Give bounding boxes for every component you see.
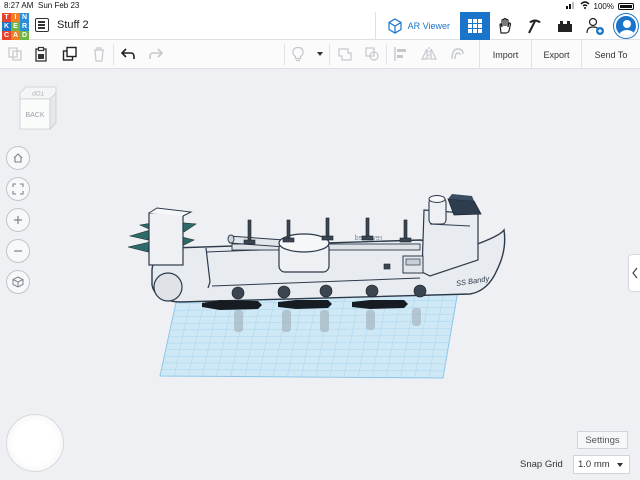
send-to-button[interactable]: Send To <box>581 40 640 69</box>
zoom-in-button[interactable] <box>6 208 30 232</box>
3d-design-view-button[interactable] <box>460 12 490 40</box>
duplicate-icon[interactable] <box>62 46 78 62</box>
fit-view-button[interactable] <box>6 177 30 201</box>
chevron-down-icon <box>617 463 623 467</box>
signal-icon <box>565 1 576 11</box>
brick-icon <box>558 21 572 32</box>
minus-icon <box>14 250 22 252</box>
ar-viewer-label: AR Viewer <box>407 21 450 31</box>
ungroup-icon[interactable] <box>364 46 380 62</box>
snap-grid-select[interactable]: 1.0 mm <box>573 455 630 474</box>
logo-letter: D <box>20 31 29 40</box>
blocks-view-button[interactable] <box>490 12 520 40</box>
logo-letter: R <box>20 22 29 31</box>
chevron-left-icon <box>631 267 637 279</box>
menu-button[interactable] <box>35 18 49 32</box>
edit-toolbar: Import Export Send To <box>0 40 640 69</box>
user-avatar[interactable] <box>614 14 638 38</box>
wifi-icon <box>580 1 590 11</box>
snap-grid-label: Snap Grid <box>520 459 563 470</box>
shapes-panel-toggle[interactable] <box>628 254 640 292</box>
cruise-icon[interactable] <box>449 46 465 62</box>
fit-icon <box>12 183 24 195</box>
logo-letter: K <box>2 22 11 31</box>
home-icon <box>13 153 23 163</box>
copy-icon[interactable] <box>7 46 23 62</box>
ar-cube-icon <box>388 18 402 34</box>
view-cube-face-label: BACK <box>25 112 44 119</box>
battery-icon <box>618 2 634 10</box>
cube-icon <box>12 276 24 288</box>
tinkercad-logo[interactable]: TINKERCAD <box>2 13 29 40</box>
import-button[interactable]: Import <box>479 40 531 69</box>
status-date: Sun Feb 23 <box>38 1 80 10</box>
logo-letter: N <box>20 13 29 22</box>
delete-icon[interactable] <box>91 46 107 62</box>
top-bar: TINKERCAD Stuff 2 AR Viewer <box>0 12 640 40</box>
status-time: 8:27 AM <box>4 1 34 10</box>
chevron-down-icon[interactable] <box>312 46 328 62</box>
lego-bricks-button[interactable] <box>550 12 580 40</box>
logo-letter: E <box>11 22 20 31</box>
light-bulb-icon[interactable] <box>290 46 306 62</box>
group-icon[interactable] <box>337 46 353 62</box>
logo-letter: A <box>11 31 20 40</box>
perspective-toggle-button[interactable] <box>6 270 30 294</box>
battery-percent: 100% <box>593 1 614 11</box>
hand-icon <box>499 17 512 34</box>
boat-model[interactable]: reversed <box>127 194 506 310</box>
camera-joystick[interactable] <box>6 414 64 472</box>
paste-icon[interactable] <box>33 46 49 62</box>
undo-icon[interactable] <box>120 46 136 62</box>
bricks-view-button[interactable] <box>520 12 550 40</box>
home-view-button[interactable] <box>6 146 30 170</box>
3d-viewport[interactable]: reversed <box>0 70 640 480</box>
mirror-icon[interactable] <box>421 46 437 62</box>
snap-grid-value: 1.0 mm <box>578 459 610 470</box>
zoom-out-button[interactable] <box>6 239 30 263</box>
export-button[interactable]: Export <box>531 40 581 69</box>
invite-collaborator-button[interactable] <box>580 12 610 40</box>
add-user-icon <box>586 17 604 35</box>
grid-icon <box>468 19 482 33</box>
view-cube-top-label: TOP <box>32 89 44 95</box>
settings-button[interactable]: Settings <box>577 431 628 449</box>
status-bar: 8:27 AM Sun Feb 23 100% <box>0 0 640 12</box>
design-title[interactable]: Stuff 2 <box>57 19 89 31</box>
view-cube[interactable]: TOP BACK <box>18 85 58 131</box>
ar-viewer-button[interactable]: AR Viewer <box>374 12 460 40</box>
logo-letter: C <box>2 31 11 40</box>
pickaxe-icon <box>528 19 541 34</box>
redo-icon[interactable] <box>148 46 164 62</box>
logo-letter: I <box>11 13 20 22</box>
logo-letter: T <box>2 13 11 22</box>
plus-icon <box>14 216 22 224</box>
align-icon[interactable] <box>393 46 409 62</box>
